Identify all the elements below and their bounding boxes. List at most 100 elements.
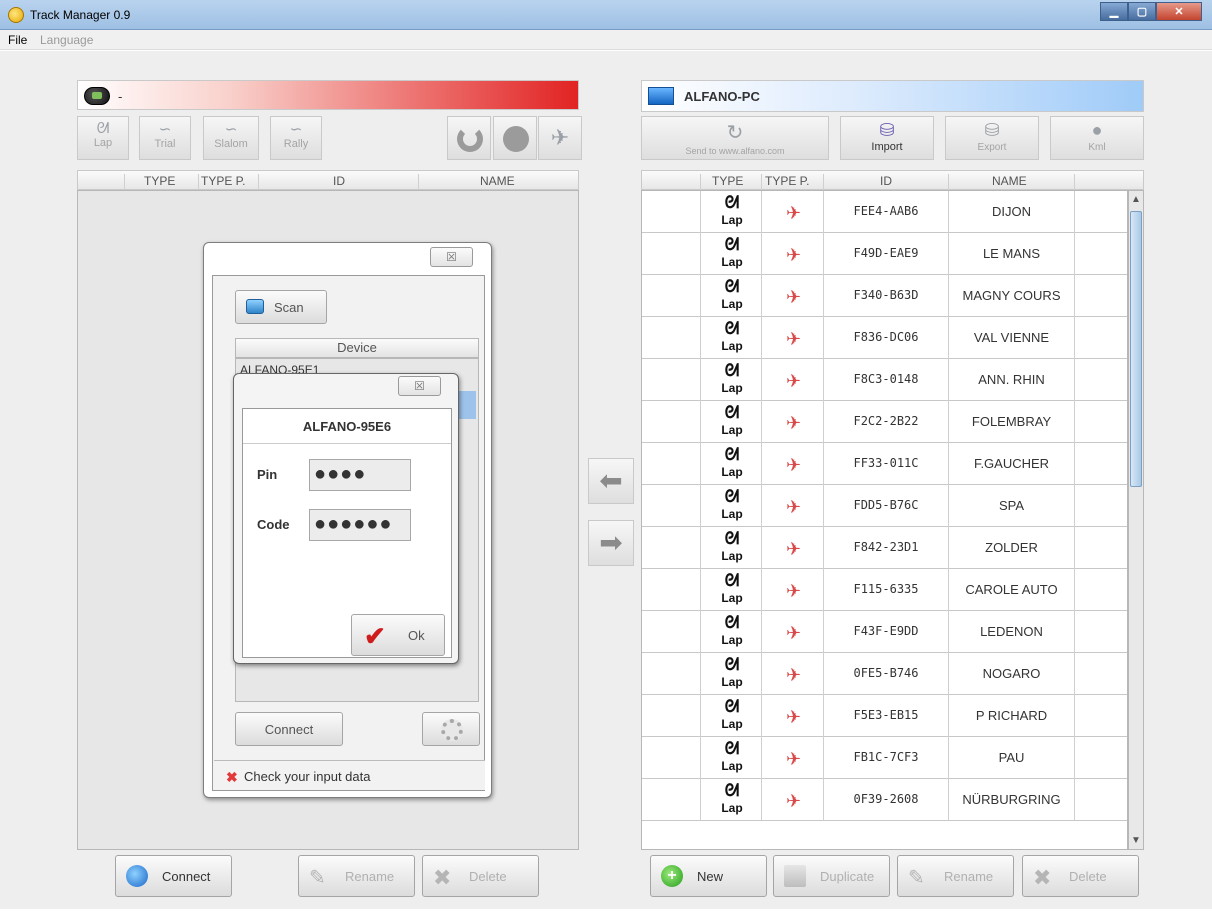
duplicate-button[interactable]: Duplicate [773,855,890,897]
satellite-tool-button[interactable]: ✈ [538,116,582,160]
row-cell-extra [1075,737,1127,779]
table-row[interactable]: ᘛ Lap ✈ F842-23D1 ZOLDER [642,527,1127,569]
col-type-p[interactable]: TYPE P. [765,174,809,188]
row-cell-blank [642,569,701,611]
chrono-device-icon [84,87,110,105]
row-type: Lap [721,759,743,773]
copy-to-device-button[interactable]: ⬅ [588,458,634,504]
col-type-p[interactable]: TYPE P. [201,174,245,188]
row-cell-name: SPA [949,485,1075,527]
row-cell-blank [642,779,701,821]
right-rename-label: Rename [944,869,994,884]
connect-dialog-close-button[interactable]: ☒ [430,247,473,267]
type-slalom-button[interactable]: ∽ Slalom [203,116,259,160]
pc-track-table[interactable]: ᘛ Lap ✈ FEE4-AAB6 DIJON ᘛ Lap ✈ F49D-EAE9 LE MANS… [641,190,1128,850]
status-line: ✖ Check your input data [214,760,485,790]
table-scrollbar[interactable]: ▲ ▼ [1128,190,1144,850]
table-row[interactable]: ᘛ Lap ✈ F2C2-2B22 FOLEMBRAY [642,401,1127,443]
table-row[interactable]: ᘛ Lap ✈ FEE4-AAB6 DIJON [642,191,1127,233]
row-cell-blank [642,359,701,401]
col-id[interactable]: ID [333,174,345,188]
send-web-button[interactable]: ↻ Send to www.alfano.com [641,116,829,160]
record-tool-button[interactable] [493,116,537,160]
col-type[interactable]: TYPE [712,174,743,188]
window-titlebar: Track Manager 0.9 ▁ ▢ ✕ [0,0,1212,30]
table-row[interactable]: ᘛ Lap ✈ F115-6335 CAROLE AUTO [642,569,1127,611]
scroll-up-icon[interactable]: ▲ [1130,192,1142,208]
satellite-icon: ✈ [786,455,802,475]
table-row[interactable]: ᘛ Lap ✈ 0FE5-B746 NOGARO [642,653,1127,695]
menu-language[interactable]: Language [40,33,93,47]
row-cell-blank [642,275,701,317]
code-field[interactable]: ●●●●●● [309,509,411,541]
satellite-icon: ✈ [786,203,802,223]
right-rename-button[interactable]: ✎ Rename [897,855,1014,897]
code-label: Code [257,517,290,532]
scroll-down-icon[interactable]: ▼ [1130,833,1142,849]
send-icon: ↻ [726,122,744,144]
table-row[interactable]: ᘛ Lap ✈ FB1C-7CF3 PAU [642,737,1127,779]
connect-button[interactable]: Connect [115,855,232,897]
table-row[interactable]: ᘛ Lap ✈ F836-DC06 VAL VIENNE [642,317,1127,359]
right-delete-button[interactable]: ✖ Delete [1022,855,1139,897]
table-row[interactable]: ᘛ Lap ✈ FF33-011C F.GAUCHER [642,443,1127,485]
row-id: F842-23D1 [853,540,919,554]
settings-button[interactable] [422,712,480,746]
row-name: ANN. RHIN [978,372,1045,387]
delete-x-icon: ✖ [433,865,452,890]
table-row[interactable]: ᘛ Lap ✈ F8C3-0148 ANN. RHIN [642,359,1127,401]
kml-label: Kml [1088,142,1106,153]
col-name[interactable]: NAME [480,174,515,188]
table-row[interactable]: ᘛ Lap ✈ F49D-EAE9 LE MANS [642,233,1127,275]
row-cell-extra [1075,317,1127,359]
duplicate-label: Duplicate [820,869,875,884]
window-controls: ▁ ▢ ✕ [1100,2,1202,21]
type-lap-button[interactable]: ᘛ Lap [77,116,129,160]
col-id[interactable]: ID [880,174,892,188]
pin-dialog-close-button[interactable]: ☒ [398,376,441,396]
new-button[interactable]: + New [650,855,767,897]
col-type[interactable]: TYPE [144,174,175,188]
scan-button[interactable]: Scan [235,290,327,324]
right-delete-label: Delete [1069,869,1107,884]
magnet-tool-button[interactable] [447,116,491,160]
table-row[interactable]: ᘛ Lap ✈ FDD5-B76C SPA [642,485,1127,527]
row-type: Lap [721,633,743,647]
row-cell-extra [1075,611,1127,653]
row-cell-name: ZOLDER [949,527,1075,569]
menu-file[interactable]: File [8,33,27,47]
row-cell-type: ᘛ Lap [701,569,762,611]
col-name[interactable]: NAME [992,174,1027,188]
arrow-left-icon: ⬅ [599,465,623,496]
row-id: 0F39-2608 [853,792,919,806]
dialog-connect-label: Connect [264,722,314,737]
export-button[interactable]: ⛁ Export [945,116,1039,160]
row-cell-id: F340-B63D [824,275,949,317]
satellite-icon: ✈ [786,287,802,307]
left-rename-button[interactable]: ✎ Rename [298,855,415,897]
lap-icon: ᘛ [724,277,740,296]
table-row[interactable]: ᘛ Lap ✈ F340-B63D MAGNY COURS [642,275,1127,317]
type-trial-button[interactable]: ∽ Trial [139,116,191,160]
scroll-thumb[interactable] [1130,211,1142,487]
lap-icon: ᘛ [724,361,740,380]
ok-button[interactable]: ✔ Ok [351,614,445,656]
row-cell-extra [1075,569,1127,611]
left-delete-button[interactable]: ✖ Delete [422,855,539,897]
pin-field[interactable]: ●●●● [309,459,411,491]
maximize-button[interactable]: ▢ [1128,2,1156,21]
kml-button[interactable]: ● Kml [1050,116,1144,160]
table-row[interactable]: ᘛ Lap ✈ F5E3-EB15 P RICHARD [642,695,1127,737]
row-type: Lap [721,801,743,815]
type-rally-button[interactable]: ∽ Rally [270,116,322,160]
import-button[interactable]: ⛁ Import [840,116,934,160]
close-button[interactable]: ✕ [1156,2,1202,21]
satellite-icon: ✈ [786,413,802,433]
table-row[interactable]: ᘛ Lap ✈ 0F39-2608 NÜRBURGRING [642,779,1127,821]
minimize-button[interactable]: ▁ [1100,2,1128,21]
table-row[interactable]: ᘛ Lap ✈ F43F-E9DD LEDENON [642,611,1127,653]
copy-to-pc-button[interactable]: ➡ [588,520,634,566]
row-cell-type: ᘛ Lap [701,779,762,821]
pin-dialog-title: ALFANO-95E6 [302,419,392,434]
dialog-connect-button[interactable]: Connect [235,712,343,746]
